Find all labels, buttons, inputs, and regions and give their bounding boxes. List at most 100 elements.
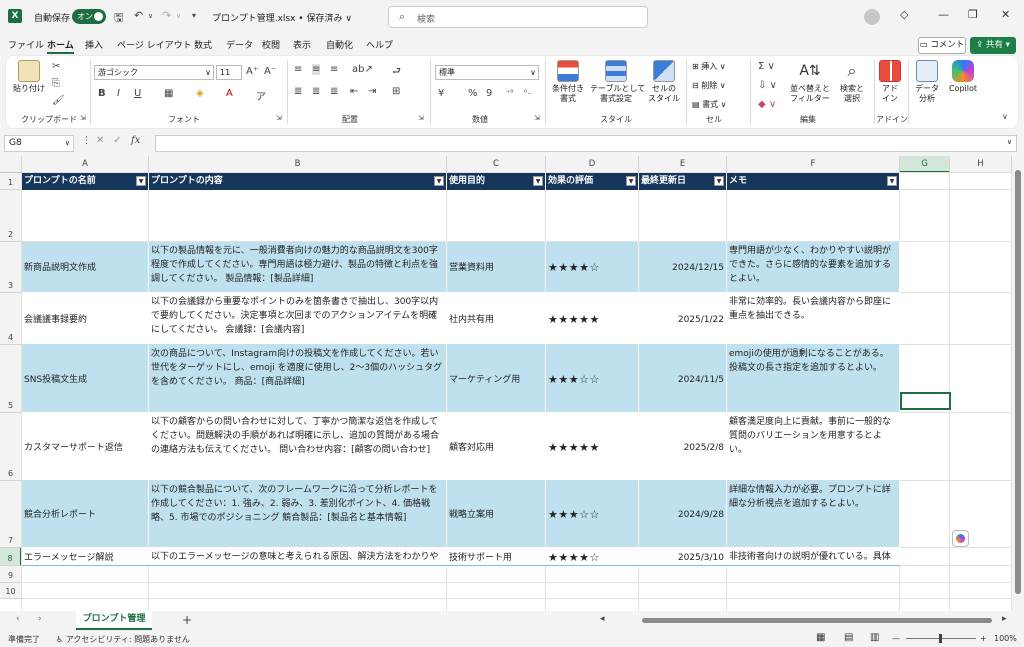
page-layout-view-icon[interactable]: ▤ (844, 632, 853, 643)
purpose-cell[interactable]: マーケティング用 (447, 345, 546, 413)
purpose-cell[interactable]: 技術サポート用 (447, 548, 546, 566)
paste-button[interactable]: 貼り付け (12, 60, 46, 94)
clipboard-launcher-icon[interactable]: ⇲ (80, 114, 86, 122)
last-updated-cell[interactable]: 2025/3/10 (639, 548, 727, 566)
collapse-ribbon-icon[interactable]: ∨ (1002, 112, 1008, 121)
tab-insert[interactable]: 挿入 (85, 38, 103, 51)
font-launcher-icon[interactable]: ⇲ (276, 114, 282, 122)
accessibility-status[interactable]: ♿ アクセシビリティ: 問題ありません (56, 634, 190, 645)
tab-automate[interactable]: 自動化 (326, 38, 353, 51)
tab-data[interactable]: データ (226, 38, 253, 51)
hscroll-left-icon[interactable]: ◂ (600, 614, 605, 624)
align-top-icon[interactable]: ≡ (294, 64, 302, 75)
conditional-format-button[interactable]: 条件付き 書式 (548, 60, 588, 104)
last-updated-cell[interactable]: 2024/9/28 (639, 481, 727, 548)
sort-filter-button[interactable]: A⇅ 並べ替えと フィルター (788, 60, 832, 104)
copilot-button[interactable]: Copilot (944, 60, 982, 94)
prompt-content-cell[interactable]: 以下のエラーメッセージの意味と考えられる原因、解決方法をわかりやすく説明してくだ… (149, 548, 447, 566)
orientation-icon[interactable]: ab↗ (352, 64, 373, 75)
autosum-icon[interactable]: Σ ∨ (758, 61, 775, 72)
formula-input[interactable]: ∨ (155, 135, 1017, 152)
worksheet-grid[interactable]: A B C D E F G H 1 2 3 4 5 6 7 8 9 10 プロンプトの名前 ▼ プロンプトの内容 ▼ 使用目… (0, 156, 1012, 611)
tab-home[interactable]: ホーム (47, 38, 74, 54)
fill-icon[interactable]: ⇩ ∨ (758, 80, 777, 91)
border-icon[interactable]: ▦ (164, 88, 173, 99)
zoom-level[interactable]: 100% (994, 634, 1017, 643)
share-button[interactable]: ⇪ 共有 ▾ (970, 37, 1016, 54)
filter-dropdown-icon[interactable]: ▼ (714, 176, 724, 186)
tab-review[interactable]: 校閲 (262, 38, 280, 51)
zoom-in-icon[interactable]: + (980, 634, 987, 643)
row-header-7[interactable]: 7 (0, 481, 22, 548)
rating-cell[interactable]: ★★★★★ (546, 413, 639, 481)
header-prompt-content[interactable]: プロンプトの内容 ▼ (149, 173, 447, 190)
prompt-name-cell[interactable]: カスタマーサポート返信 (22, 413, 149, 481)
active-cell-g8[interactable] (900, 392, 951, 410)
prompt-content-cell[interactable]: 以下の会議録から重要なポイントのみを箇条書きで抽出し、300字以内で要約してくだ… (149, 293, 447, 345)
prompt-name-cell[interactable]: 新商品説明文作成 (22, 242, 149, 293)
rating-cell[interactable]: ★★★★☆ (546, 548, 639, 566)
header-rating[interactable]: 効果の評価 ▼ (546, 173, 639, 190)
increase-font-icon[interactable]: A⁺ (246, 66, 258, 77)
memo-cell[interactable]: 顧客満足度向上に貢献。事前に一般的な質問のバリエーションを用意するとよい。 (727, 413, 900, 481)
zoom-out-icon[interactable]: — (892, 634, 900, 643)
format-cells-button[interactable]: ▤ 書式 ∨ (692, 99, 727, 110)
cut-icon[interactable]: ✂ (52, 61, 60, 72)
number-format-select[interactable]: 標準 ∨ (435, 65, 539, 80)
expand-formula-icon[interactable]: ∨ (1007, 138, 1012, 146)
row-header-1[interactable]: 1 (0, 173, 22, 190)
last-updated-cell[interactable]: 2024/11/5 (639, 345, 727, 413)
row-header-10[interactable]: 10 (0, 583, 22, 599)
memo-cell[interactable]: emojiの使用が過剰になることがある。投稿文の長さ指定を追加するとよい。 (727, 345, 900, 413)
undo-dropdown-icon[interactable]: ∨ (148, 12, 153, 20)
memo-cell[interactable]: 専門用語が少なく、わかりやすい説明ができた。さらに感情的な要素を追加するとよい。 (727, 242, 900, 293)
rating-cell[interactable]: ★★★★★ (546, 293, 639, 345)
header-last-updated[interactable]: 最終更新日 ▼ (639, 173, 727, 190)
tab-page-layout[interactable]: ページ レイアウト (117, 38, 192, 51)
prompt-name-cell[interactable]: SNS投稿文生成 (22, 345, 149, 413)
row-header-2[interactable]: 2 (0, 190, 22, 242)
prompt-content-cell[interactable]: 次の商品について、Instagram向けの投稿文を作成してください。若い世代をタ… (149, 345, 447, 413)
increase-decimal-icon[interactable]: ⁺⁰ (506, 88, 513, 97)
font-color-icon[interactable]: A (226, 88, 233, 99)
column-header-e[interactable]: E (639, 156, 727, 173)
filter-dropdown-icon[interactable]: ▼ (136, 176, 146, 186)
wrap-text-icon[interactable]: ⮐ (392, 64, 401, 81)
purpose-cell[interactable]: 営業資料用 (447, 242, 546, 293)
format-painter-icon[interactable]: 🖌 (52, 95, 65, 106)
italic-icon[interactable]: I (117, 88, 120, 99)
filter-dropdown-icon[interactable]: ▼ (887, 176, 897, 186)
header-memo[interactable]: メモ ▼ (727, 173, 900, 190)
comma-icon[interactable]: 9 (486, 88, 492, 99)
format-as-table-button[interactable]: テーブルとして 書式設定 (590, 60, 645, 104)
currency-icon[interactable]: ¥ (438, 88, 444, 99)
autosave-toggle[interactable]: オン (72, 9, 106, 24)
document-title[interactable]: プロンプト管理.xlsx • 保存済み ∨ (212, 11, 352, 24)
enter-icon[interactable]: ✓ (113, 135, 121, 146)
vertical-scrollbar[interactable] (1012, 156, 1024, 611)
tab-file[interactable]: ファイル (8, 38, 44, 51)
align-bottom-icon[interactable]: ≡ (330, 64, 338, 75)
last-updated-cell[interactable]: 2025/1/22 (639, 293, 727, 345)
comment-button[interactable]: ▭ コメント (918, 37, 966, 54)
last-updated-cell[interactable]: 2025/2/8 (639, 413, 727, 481)
prompt-content-cell[interactable]: 以下の製品情報を元に、一般消費者向けの魅力的な商品説明文を300字程度で作成して… (149, 242, 447, 293)
column-header-h[interactable]: H (950, 156, 1012, 173)
filter-dropdown-icon[interactable]: ▼ (533, 176, 543, 186)
purpose-cell[interactable]: 社内共有用 (447, 293, 546, 345)
redo-dropdown-icon[interactable]: ∨ (176, 12, 181, 20)
purpose-cell[interactable]: 戦略立案用 (447, 481, 546, 548)
addins-button[interactable]: アド イン (876, 60, 904, 104)
align-middle-icon[interactable]: ≡ (312, 64, 321, 75)
find-select-button[interactable]: ⌕ 検索と 選択 (834, 60, 870, 104)
decrease-indent-icon[interactable]: ⇤ (350, 86, 358, 97)
rating-cell[interactable]: ★★★★☆ (546, 242, 639, 293)
increase-indent-icon[interactable]: ⇥ (368, 86, 376, 97)
filter-dropdown-icon[interactable]: ▼ (434, 176, 444, 186)
alignment-launcher-icon[interactable]: ⇲ (418, 114, 424, 122)
insert-function-icon[interactable]: fx (131, 135, 140, 146)
normal-view-icon[interactable]: ▦ (816, 632, 825, 643)
memo-cell[interactable]: 非技術者向けの説明が優れている。具体的な例を加えるとさらに良くなる。 (727, 548, 900, 566)
copilot-float-button[interactable] (952, 530, 969, 547)
row-header-5[interactable]: 5 (0, 345, 22, 413)
